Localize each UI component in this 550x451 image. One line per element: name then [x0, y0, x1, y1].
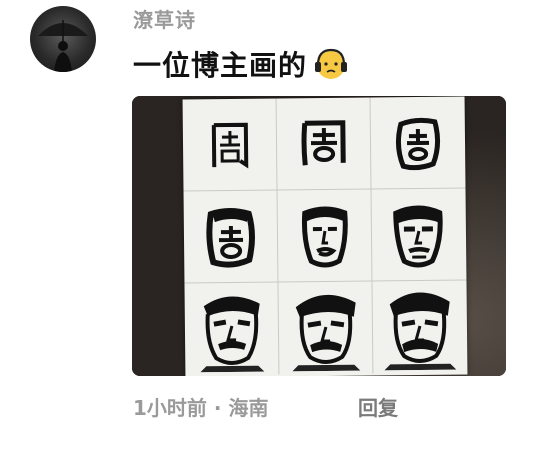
- cell-face-sketch-1: [183, 190, 279, 284]
- portrait-2-icon: [291, 294, 360, 372]
- portrait-3-icon: [384, 292, 457, 371]
- comment-text: 一位博主画的: [133, 44, 349, 84]
- face-sketch-3-icon: [393, 205, 443, 268]
- paper-sheet: [182, 96, 468, 376]
- portrait-1-icon: [199, 296, 264, 373]
- headphones-face-emoji-icon: [313, 46, 349, 82]
- cell-portrait-1: [184, 282, 280, 376]
- comment-photo[interactable]: [132, 96, 506, 376]
- cell-face-sketch-3: [371, 188, 467, 282]
- comment-body: 一位博主画的: [133, 49, 308, 82]
- username[interactable]: 潦草诗: [133, 4, 196, 33]
- reply-button[interactable]: 回复: [358, 392, 398, 421]
- character-zhou-round-icon: [395, 117, 441, 170]
- cell-character-3: [370, 96, 466, 190]
- cell-portrait-3: [372, 281, 467, 374]
- character-zhou-bold-icon: [301, 119, 346, 165]
- umbrella-person-icon: [38, 20, 88, 72]
- face-sketch-2-icon: [301, 206, 348, 267]
- avatar[interactable]: [30, 6, 96, 72]
- timestamp-location: 1小时前 · 海南: [133, 396, 269, 420]
- cell-face-sketch-2: [277, 189, 373, 283]
- cell-character-1: [182, 98, 278, 192]
- cell-portrait-2: [278, 281, 374, 375]
- character-zhou-icon: [211, 122, 248, 169]
- face-sketch-1-icon: [205, 207, 255, 268]
- cell-character-2: [276, 97, 372, 191]
